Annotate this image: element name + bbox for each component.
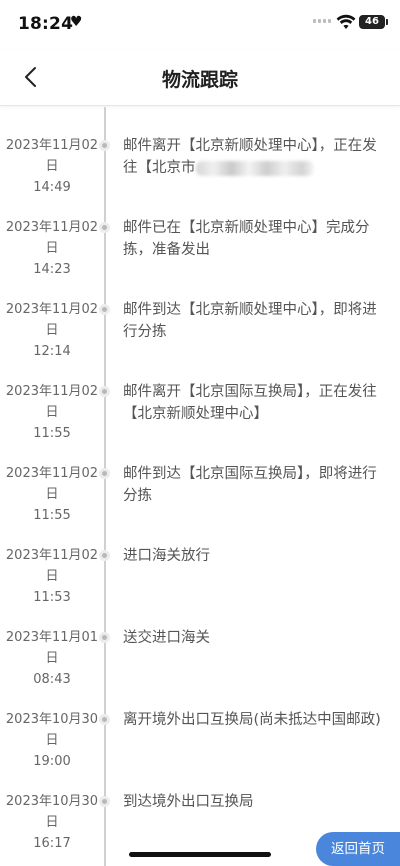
heart-icon: ♥ bbox=[70, 14, 83, 30]
timeline-dot bbox=[99, 468, 110, 479]
timeline-event: 2023年11月02日 11:55 邮件到达【北京国际互换局】，即将进行分拣 bbox=[0, 435, 400, 523]
timeline-event: 2023年11月02日 11:53 进口海关放行 bbox=[0, 517, 400, 605]
event-date: 2023年11月01日 bbox=[5, 630, 99, 666]
event-date: 2023年11月02日 bbox=[5, 138, 99, 174]
timeline-dot bbox=[99, 714, 110, 725]
event-date: 2023年11月02日 bbox=[5, 302, 99, 338]
timeline-event: 2023年11月02日 14:49 邮件离开【北京新顺处理中心】，正在发往【北京… bbox=[0, 107, 400, 195]
event-description: 邮件离开【北京新顺处理中心】，正在发往【北京市 bbox=[123, 135, 385, 179]
timeline-dot bbox=[99, 222, 110, 233]
home-indicator[interactable] bbox=[129, 852, 271, 857]
timeline-event: 2023年10月30日 19:00 离开境外出口互换局(尚未抵达中国邮政) bbox=[0, 681, 400, 769]
tracking-timeline: 2023年11月02日 14:49 邮件离开【北京新顺处理中心】，正在发往【北京… bbox=[0, 107, 400, 866]
timeline-event: 2023年11月02日 12:14 邮件到达【北京新顺处理中心】，即将进行分拣 bbox=[0, 271, 400, 359]
event-description: 到达境外出口互换局 bbox=[123, 794, 254, 810]
event-description: 离开境外出口互换局(尚未抵达中国邮政) bbox=[123, 712, 381, 728]
event-date: 2023年11月02日 bbox=[5, 220, 99, 256]
timeline-dot bbox=[99, 632, 110, 643]
timeline-dot bbox=[99, 304, 110, 315]
event-datetime: 2023年10月30日 16:17 bbox=[2, 791, 102, 854]
signal-icon bbox=[313, 19, 331, 23]
timeline-event: 2023年11月02日 11:55 邮件离开【北京国际互换局】，正在发往【北京新… bbox=[0, 353, 400, 441]
event-date: 2023年11月02日 bbox=[5, 548, 99, 584]
redacted-address bbox=[195, 160, 314, 176]
timeline-event: 2023年10月30日 16:17 到达境外出口互换局 bbox=[0, 763, 400, 851]
event-date: 2023年11月02日 bbox=[5, 466, 99, 502]
timeline-dot bbox=[99, 796, 110, 807]
wifi-icon bbox=[336, 14, 356, 29]
timeline-dot bbox=[99, 140, 110, 151]
battery-icon: 46 bbox=[359, 15, 388, 29]
timeline-event: 2023年11月02日 14:23 邮件已在【北京新顺处理中心】完成分拣，准备发… bbox=[0, 189, 400, 277]
timeline-dot bbox=[99, 550, 110, 561]
page-title: 物流跟踪 bbox=[161, 69, 238, 91]
timeline-event: 2023年11月01日 08:43 送交进口海关 bbox=[0, 599, 400, 687]
event-date: 2023年10月30日 bbox=[5, 794, 99, 830]
event-description: 邮件到达【北京国际互换局】，即将进行分拣 bbox=[123, 466, 377, 504]
event-date: 2023年11月02日 bbox=[5, 384, 99, 420]
event-description: 送交进口海关 bbox=[123, 630, 210, 646]
timeline-dot bbox=[99, 386, 110, 397]
event-description: 进口海关放行 bbox=[123, 548, 210, 564]
return-home-button[interactable]: 返回首页 bbox=[316, 832, 400, 866]
event-time: 16:17 bbox=[33, 836, 71, 851]
event-description: 邮件已在【北京新顺处理中心】完成分拣，准备发出 bbox=[123, 220, 370, 258]
event-description: 邮件离开【北京国际互换局】，正在发往【北京新顺处理中心】 bbox=[123, 384, 377, 422]
event-description: 邮件到达【北京新顺处理中心】，即将进行分拣 bbox=[123, 302, 377, 340]
status-time: 18:24 bbox=[18, 14, 74, 34]
status-bar: 18:24 ♥ 46 bbox=[0, 0, 400, 50]
event-date: 2023年10月30日 bbox=[5, 712, 99, 748]
nav-bar: 物流跟踪 bbox=[0, 50, 400, 106]
